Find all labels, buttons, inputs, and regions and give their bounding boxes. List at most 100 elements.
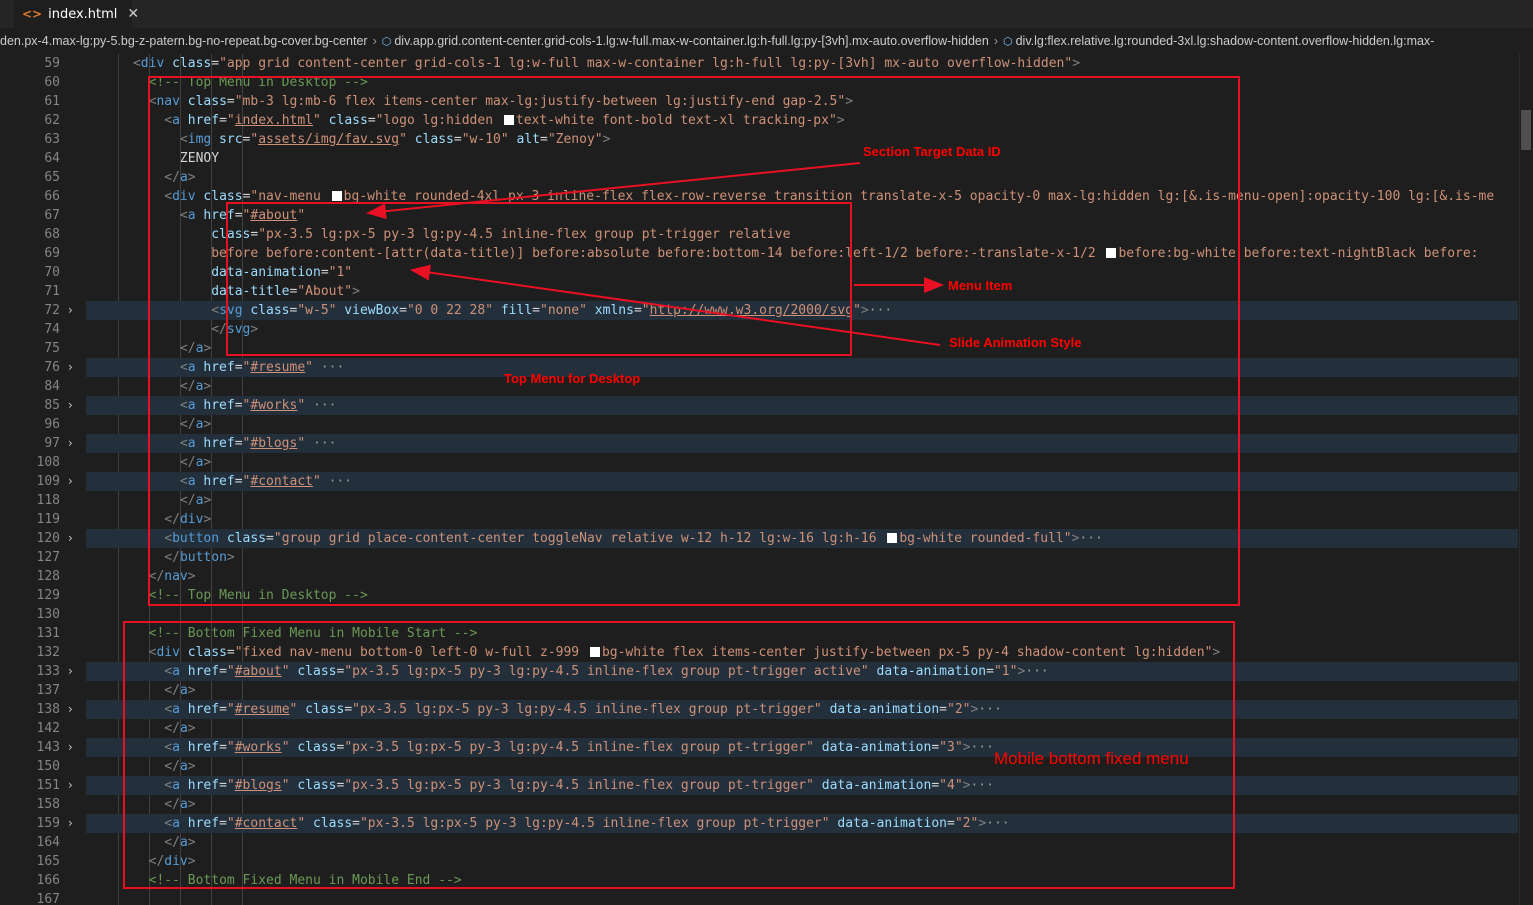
code-line[interactable]: <!-- Top Menu in Desktop --> <box>86 586 368 605</box>
code-line[interactable]: data-animation="1" <box>86 263 352 282</box>
element-icon: ⬡ <box>1003 35 1013 48</box>
code-token: "0 0 22 28" <box>406 303 494 318</box>
code-token: = <box>367 113 376 128</box>
color-swatch[interactable] <box>331 191 342 201</box>
code-line[interactable]: </a> <box>86 795 195 814</box>
code-line[interactable]: <a href="#works" ··· <box>86 396 337 415</box>
breadcrumb-item[interactable]: den.px-4.max-lg:py-5.bg-z-patern.bg-no-r… <box>0 34 368 48</box>
fold-chevron-icon[interactable]: › <box>68 700 73 719</box>
code-line[interactable]: <!-- Top Menu in Desktop --> <box>86 73 368 92</box>
code-line[interactable]: <a href="#resume" ··· <box>86 358 344 377</box>
code-token: "w-10" <box>461 132 509 147</box>
code-line[interactable]: </a> <box>86 491 211 510</box>
breadcrumb-item[interactable]: ⬡ div.lg:flex.relative.lg:rounded-3xl.lg:… <box>1003 34 1434 48</box>
code-token: < <box>164 778 173 793</box>
code-token: = <box>633 303 642 318</box>
fold-chevron-icon[interactable]: › <box>68 776 73 795</box>
color-swatch[interactable] <box>887 533 898 543</box>
scrollbar-thumb[interactable] <box>1521 110 1531 150</box>
fold-chevron-icon[interactable]: › <box>68 662 73 681</box>
code-line[interactable]: <a href="#blogs" class="px-3.5 lg:px-5 p… <box>86 776 994 795</box>
code-line[interactable]: </button> <box>86 548 234 567</box>
code-token: < <box>179 398 188 413</box>
fold-chevron-icon[interactable]: › <box>68 472 73 491</box>
code-token: a <box>172 740 180 755</box>
code-token: = <box>947 816 955 831</box>
code-line[interactable]: before before:content-[attr(data-title)]… <box>86 244 1478 263</box>
fold-chevron-icon[interactable]: › <box>68 434 73 453</box>
code-line[interactable]: </a> <box>86 833 195 852</box>
code-line[interactable]: </div> <box>86 510 211 529</box>
code-line[interactable]: <!-- Bottom Fixed Menu in Mobile End --> <box>86 871 462 890</box>
code-token: ··· <box>970 778 994 793</box>
color-swatch[interactable] <box>589 647 600 657</box>
code-line[interactable]: </a> <box>86 681 195 700</box>
fold-chevron-icon[interactable]: › <box>68 814 73 833</box>
code-line[interactable]: <nav class="mb-3 lg:mb-6 flex items-cent… <box>86 92 853 111</box>
code-line[interactable]: <a href="#about" class="px-3.5 lg:px-5 p… <box>86 662 1048 681</box>
code-token: </ <box>164 170 180 185</box>
code-line[interactable]: <img src="assets/img/fav.svg" class="w-1… <box>86 130 611 149</box>
close-icon[interactable]: ✕ <box>127 6 139 22</box>
code-token: a <box>172 113 180 128</box>
code-line[interactable]: </a> <box>86 757 195 776</box>
code-line[interactable]: data-title="About"> <box>86 282 360 301</box>
code-token: < <box>179 436 188 451</box>
code-token: a <box>179 759 188 774</box>
fold-chevron-icon[interactable]: › <box>68 396 73 415</box>
code-line[interactable]: <div class="nav-menu bg-white rounded-4x… <box>86 187 1494 206</box>
code-line[interactable]: </a> <box>86 168 195 187</box>
code-line[interactable]: </a> <box>86 377 211 396</box>
line-number: 128 <box>36 569 60 584</box>
code-line[interactable]: <a href="#about" <box>86 206 305 225</box>
code-token: #contact <box>250 474 313 489</box>
code-line[interactable]: <a href="#contact" ··· <box>86 472 352 491</box>
color-swatch[interactable] <box>503 115 514 125</box>
code-line[interactable]: class="px-3.5 lg:px-5 py-3 lg:py-4.5 inl… <box>86 225 790 244</box>
code-token: "fixed nav-menu bottom-0 left-0 w-full z… <box>234 645 587 660</box>
breadcrumb-item[interactable]: ⬡ div.app.grid.content-center.grid-cols-1… <box>382 34 989 48</box>
code-line[interactable]: </a> <box>86 719 195 738</box>
vertical-scrollbar[interactable] <box>1519 54 1533 905</box>
fold-chevron-icon[interactable]: › <box>68 529 73 548</box>
fold-chevron-icon[interactable]: › <box>68 358 73 377</box>
code-line[interactable]: <svg class="w-5" viewBox="0 0 22 28" fil… <box>86 301 892 320</box>
line-number: 60 <box>44 75 60 90</box>
code-line[interactable]: ZENOY <box>86 149 219 168</box>
code-token: ··· <box>970 740 994 755</box>
code-line[interactable]: <div class="app grid content-center grid… <box>86 54 1080 73</box>
code-line[interactable]: </nav> <box>86 567 196 586</box>
code-line[interactable]: <a href="#blogs" ··· <box>86 434 337 453</box>
annotation-top-menu: Top Menu for Desktop <box>504 371 641 386</box>
code-line[interactable]: <a href="#contact" class="px-3.5 lg:px-5… <box>86 814 1009 833</box>
code-line[interactable]: <a href="#resume" class="px-3.5 lg:px-5 … <box>86 700 1002 719</box>
code-line[interactable]: </a> <box>86 415 211 434</box>
code-token: " <box>226 113 235 128</box>
code-token: <!-- Top Menu in Desktop --> <box>148 588 368 603</box>
code-token: href <box>179 740 220 755</box>
code-line[interactable]: </svg> <box>86 320 258 339</box>
code-token: a <box>187 398 196 413</box>
code-line[interactable]: <a href="index.html" class="logo lg:hidd… <box>86 111 844 130</box>
code-line[interactable]: <div class="fixed nav-menu bottom-0 left… <box>86 643 1221 662</box>
code-token: data-animation <box>813 778 932 793</box>
code-line[interactable]: </a> <box>86 339 211 358</box>
fold-chevron-icon[interactable]: › <box>68 301 73 320</box>
fold-chevron-icon[interactable]: › <box>68 738 73 757</box>
color-swatch[interactable] <box>1106 248 1117 258</box>
code-line[interactable]: <!-- Bottom Fixed Menu in Mobile Start -… <box>86 624 478 643</box>
code-line[interactable]: </div> <box>86 852 196 871</box>
code-token: href <box>179 664 220 679</box>
code-line[interactable]: </a> <box>86 453 211 472</box>
code-line[interactable]: <button class="group grid place-content-… <box>86 529 1103 548</box>
code-token: class <box>179 94 227 109</box>
code-token: a <box>179 721 188 736</box>
code-token: href <box>179 778 220 793</box>
code-line[interactable]: <a href="#works" class="px-3.5 lg:px-5 p… <box>86 738 994 757</box>
tab-index-html[interactable]: <> index.html ✕ <box>14 0 139 28</box>
